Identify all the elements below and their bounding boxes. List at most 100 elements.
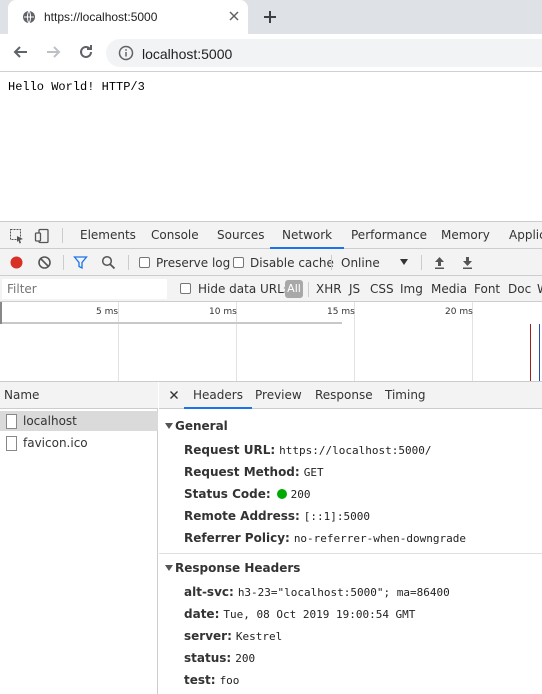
back-arrow-icon[interactable] (11, 42, 31, 62)
filter-img[interactable]: Img (400, 282, 423, 296)
search-icon[interactable] (101, 255, 116, 270)
overview-tick: 20 ms (445, 307, 473, 317)
filter-media[interactable]: Media (431, 282, 467, 296)
name-column-header[interactable]: Name (0, 382, 158, 409)
header-key: Request Method: (184, 465, 300, 479)
url-text: localhost:5000 (142, 46, 233, 62)
header-key: server: (184, 629, 232, 643)
header-key: test: (184, 673, 216, 687)
divider (128, 255, 129, 270)
filter-doc[interactable]: Doc (508, 282, 531, 296)
export-har-icon[interactable] (460, 255, 475, 270)
grid-line (118, 302, 119, 381)
header-row: Request Method: GET (184, 465, 324, 479)
header-value: foo (219, 674, 240, 687)
tab-console[interactable]: Console (151, 222, 199, 249)
response-headers-section-title[interactable]: Response Headers (175, 561, 300, 575)
tab-memory[interactable]: Memory (441, 222, 490, 249)
tab-performance[interactable]: Performance (351, 222, 427, 249)
header-row: alt-svc: h3-23="localhost:5000"; ma=86400 (184, 585, 450, 599)
tab-sources[interactable]: Sources (217, 222, 264, 249)
inspect-element-icon[interactable] (9, 228, 25, 244)
tab-elements[interactable]: Elements (80, 222, 136, 249)
header-value: Tue, 08 Oct 2019 19:00:54 GMT (223, 608, 416, 621)
hide-data-urls-label: Hide data URLs (198, 282, 291, 296)
preserve-log-label: Preserve log (156, 256, 231, 270)
request-row[interactable]: localhost (0, 411, 158, 431)
filter-xhr[interactable]: XHR (316, 282, 342, 296)
new-tab-icon[interactable] (262, 9, 278, 25)
overview-tick: 15 ms (327, 307, 355, 317)
divider (331, 255, 332, 270)
divider (421, 255, 422, 270)
request-name: favicon.ico (23, 436, 88, 450)
filter-js[interactable]: JS (349, 282, 360, 296)
network-overview[interactable]: 5 ms 10 ms 15 ms 20 ms (0, 302, 542, 382)
header-row: Status Code: 200 (184, 487, 311, 501)
header-key: Remote Address: (184, 509, 300, 523)
filter-input[interactable] (2, 279, 167, 299)
disable-cache-checkbox[interactable] (233, 257, 244, 268)
dom-content-loaded-marker (530, 324, 531, 381)
record-icon[interactable] (9, 255, 24, 270)
devtools-panel: Elements Console Sources Network Perform… (0, 221, 542, 694)
browser-tab-strip: https://localhost:5000 (0, 0, 542, 34)
filter-font[interactable]: Font (474, 282, 500, 296)
request-details: Headers Preview Response Timing General … (159, 382, 542, 694)
header-row: Request URL: https://localhost:5000/ (184, 443, 431, 457)
hide-data-urls-checkbox[interactable] (180, 283, 191, 294)
device-toolbar-icon[interactable] (34, 228, 50, 244)
forward-arrow-icon[interactable] (43, 42, 63, 62)
header-row: date: Tue, 08 Oct 2019 19:00:54 GMT (184, 607, 415, 621)
filter-css[interactable]: CSS (370, 282, 394, 296)
general-section-title[interactable]: General (175, 419, 228, 433)
filter-ws[interactable]: W (537, 282, 542, 296)
browser-toolbar: localhost:5000 (0, 34, 542, 72)
document-icon (6, 414, 17, 429)
reload-icon[interactable] (76, 42, 96, 62)
address-bar[interactable]: localhost:5000 (106, 39, 542, 67)
header-value: [::1]:5000 (303, 510, 371, 523)
tab-timing[interactable]: Timing (385, 382, 426, 409)
tab-title: https://localhost:5000 (44, 10, 158, 24)
header-row: Referrer Policy: no-referrer-when-downgra… (184, 531, 466, 545)
preserve-log-checkbox[interactable] (139, 257, 150, 268)
header-key: Request URL: (184, 443, 276, 457)
request-row[interactable]: favicon.ico (0, 433, 158, 453)
tab-application[interactable]: Applic (509, 222, 542, 249)
page-text: Hello World! HTTP/3 (8, 80, 145, 94)
dropdown-arrow-icon[interactable] (399, 258, 409, 266)
clear-icon[interactable] (37, 255, 52, 270)
filter-all-button[interactable]: All (285, 280, 303, 298)
tab-network[interactable]: Network (270, 222, 345, 249)
collapse-triangle-icon[interactable] (165, 565, 173, 571)
request-list: Name localhost favicon.ico (0, 382, 158, 694)
header-row: status: 200 (184, 651, 255, 665)
tab-preview[interactable]: Preview (255, 382, 302, 409)
tab-headers[interactable]: Headers (184, 382, 252, 409)
header-key: status: (184, 651, 232, 665)
browser-tab[interactable]: https://localhost:5000 (8, 0, 248, 34)
status-success-icon (276, 489, 287, 499)
tab-response[interactable]: Response (315, 382, 373, 409)
import-har-icon[interactable] (432, 255, 447, 270)
disable-cache-label: Disable cache (250, 256, 334, 270)
load-marker (539, 324, 540, 381)
divider (308, 282, 309, 297)
header-key: Status Code: (184, 487, 271, 501)
overview-range-bar (0, 322, 342, 324)
header-value: 200 (235, 652, 256, 665)
document-icon (6, 436, 17, 451)
section-divider (159, 553, 542, 554)
overview-tick: 10 ms (209, 307, 237, 317)
header-value: GET (303, 466, 324, 479)
close-details-icon[interactable] (167, 388, 181, 402)
close-tab-icon[interactable] (227, 9, 241, 23)
header-key: alt-svc: (184, 585, 234, 599)
filter-icon[interactable] (73, 255, 88, 270)
collapse-triangle-icon[interactable] (165, 423, 173, 429)
throttling-select[interactable]: Online (341, 256, 380, 270)
overview-tick: 5 ms (96, 307, 119, 317)
info-icon[interactable] (118, 45, 134, 61)
overview-left-handle[interactable] (0, 302, 2, 324)
